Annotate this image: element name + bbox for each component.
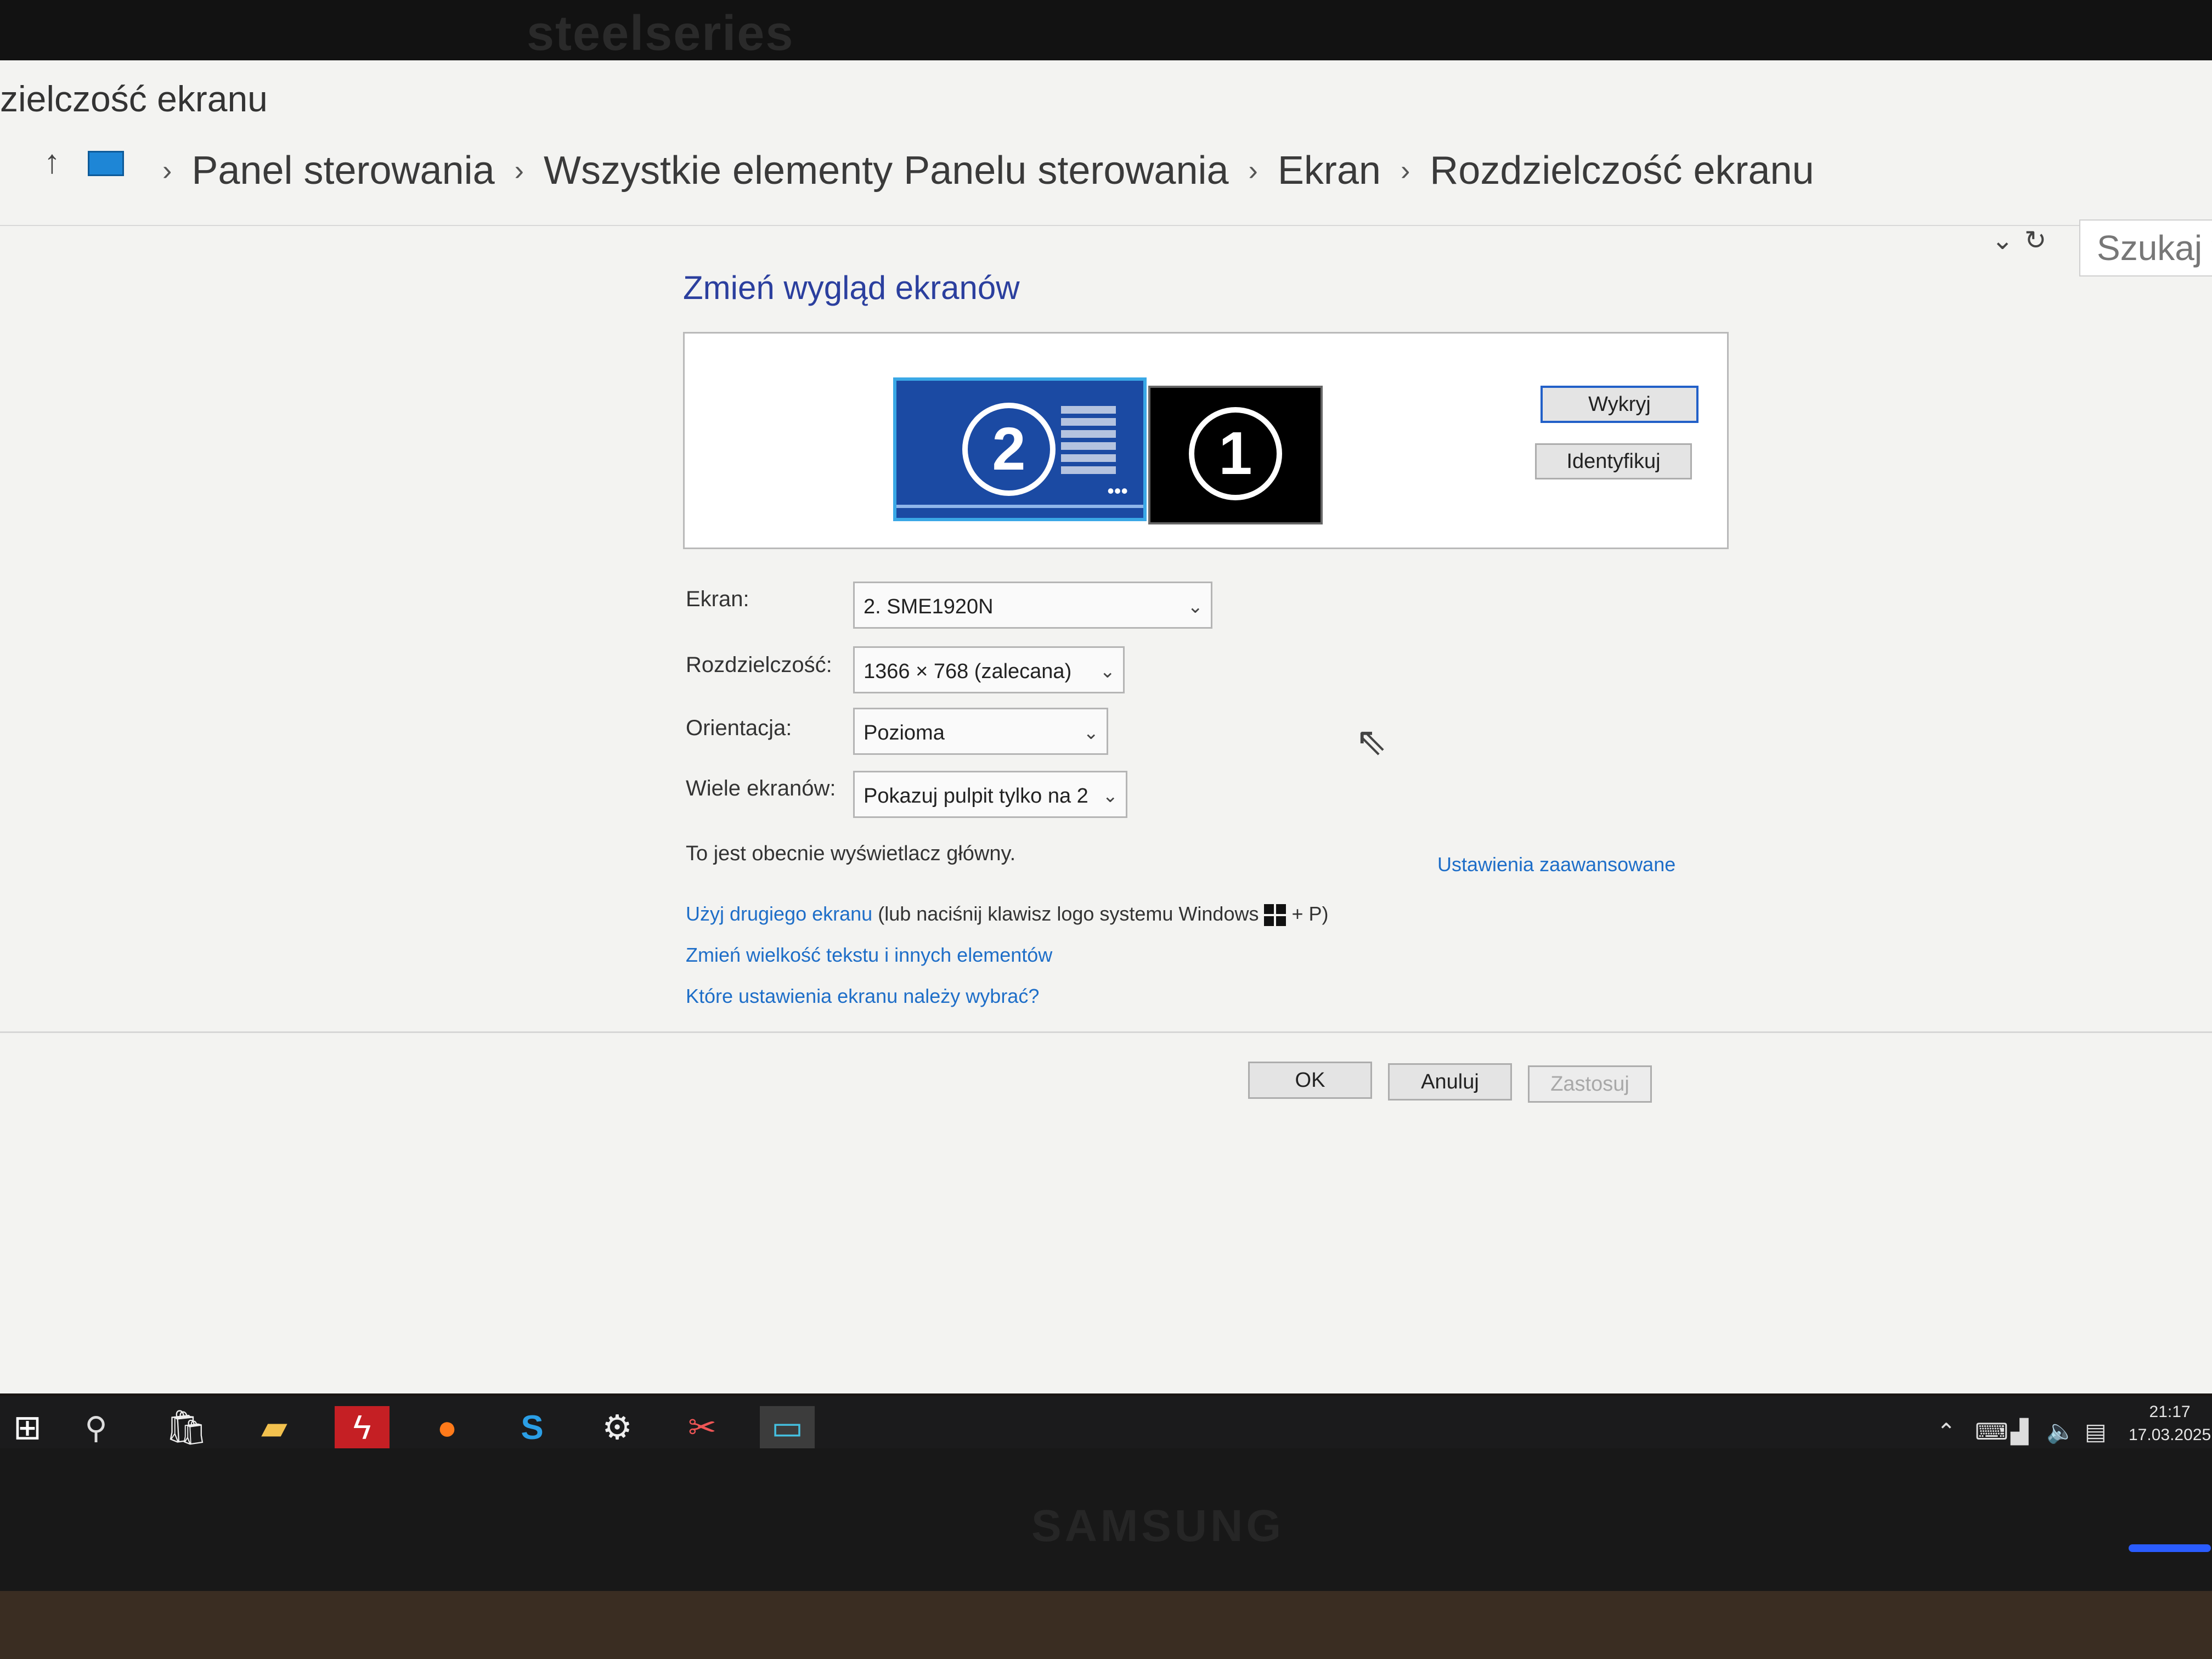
- resolution-select[interactable]: 1366 × 768 (zalecana) ⌄: [853, 646, 1125, 693]
- breadcrumb-item-panel[interactable]: Panel sterowania: [191, 148, 494, 193]
- firefox-icon[interactable]: ●: [420, 1406, 475, 1458]
- desk-surface: [0, 1591, 2212, 1659]
- start-icon[interactable]: ⊞: [0, 1406, 55, 1450]
- advanced-settings-link[interactable]: Ustawienia zaawansowane: [1437, 853, 1675, 876]
- computer-icon: [88, 151, 124, 176]
- text-size-link[interactable]: Zmień wielkość tekstu i innych elementów: [686, 944, 1052, 967]
- breadcrumb-item-all-elements[interactable]: Wszystkie elementy Panelu sterowania: [544, 148, 1229, 193]
- more-dots-icon: •••: [1107, 479, 1128, 502]
- page-heading: Zmień wygląd ekranów: [683, 269, 1020, 306]
- steelseries-logo: steelseries: [527, 6, 794, 61]
- orientation-select[interactable]: Pozioma ⌄: [853, 708, 1108, 755]
- monitor-arrangement-panel: 2 ••• 1 Wykryj Identyfikuj: [683, 332, 1729, 549]
- power-led: [2129, 1544, 2211, 1552]
- display-select-value: 2. SME1920N: [864, 595, 994, 618]
- chevron-down-icon: ⌄: [1187, 596, 1204, 617]
- chevron-down-icon: ⌄: [1099, 661, 1116, 682]
- second-screen-link[interactable]: Użyj drugiego ekranu: [686, 902, 872, 925]
- clock-time: 21:17: [2149, 1403, 2191, 1421]
- store-icon[interactable]: 🛍: [159, 1406, 214, 1450]
- orientation-select-value: Pozioma: [864, 721, 945, 744]
- window-title: zielczość ekranu: [0, 78, 268, 119]
- monitor-number: 1: [1189, 407, 1282, 500]
- search-icon[interactable]: ⚲: [69, 1406, 123, 1450]
- second-screen-keys: + P): [1291, 902, 1329, 925]
- monitor-top-bezel: steelseries: [0, 0, 2212, 66]
- which-settings-link[interactable]: Które ustawienia ekranu należy wybrać?: [686, 985, 1039, 1008]
- breadcrumb-item-display[interactable]: Ekran: [1278, 148, 1381, 193]
- clock[interactable]: 21:17 17.03.2025: [2129, 1401, 2211, 1447]
- monitor-taskbar-strip: [896, 505, 1143, 508]
- ok-button[interactable]: OK: [1248, 1062, 1372, 1099]
- settings-gear-icon[interactable]: ⚙: [590, 1406, 645, 1458]
- resolution-label: Rozdzielczość:: [686, 653, 832, 677]
- multiple-displays-select-value: Pokazuj pulpit tylko na 2: [864, 785, 1088, 808]
- search-input[interactable]: Szukaj w: [2079, 219, 2212, 276]
- app-tool-icon[interactable]: ✂: [675, 1406, 730, 1458]
- footer-divider: [0, 1031, 2212, 1033]
- resolution-select-value: 1366 × 768 (zalecana): [864, 660, 1072, 683]
- breadcrumb-separator: ›: [162, 155, 172, 187]
- address-dropdown-icon[interactable]: ⌄: [1991, 225, 2013, 256]
- taskbar: ⊞ ⚲ 🛍 ▰ ϟ ● S ⚙ ✂ ▭ ⌃ ⌨ ▟ 🔈 ▤ 21:17 17.0…: [0, 1396, 2212, 1458]
- second-screen-line: Użyj drugiego ekranu (lub naciśnij klawi…: [686, 902, 1329, 927]
- tray-expand-icon[interactable]: ⌃: [1937, 1418, 1956, 1445]
- clock-date: 17.03.2025: [2129, 1426, 2211, 1444]
- chevron-down-icon: ⌄: [1102, 786, 1119, 806]
- identify-button[interactable]: Identyfikuj: [1535, 443, 1692, 479]
- display-label: Ekran:: [686, 587, 749, 611]
- primary-display-note: To jest obecnie wyświetlacz główny.: [686, 842, 1016, 865]
- monitor-bottom-bezel: SAMSUNG: [0, 1448, 2212, 1591]
- volume-icon[interactable]: 🔈: [2046, 1418, 2075, 1445]
- file-explorer-icon[interactable]: ▰: [247, 1406, 302, 1450]
- breadcrumb-separator: ›: [1400, 155, 1410, 187]
- refresh-icon[interactable]: ↻: [2024, 225, 2046, 256]
- cancel-button[interactable]: Anuluj: [1388, 1063, 1512, 1101]
- windows-logo-icon: [1264, 904, 1286, 927]
- network-icon[interactable]: ▟: [2011, 1418, 2028, 1445]
- mouse-cursor-icon: ⇖: [1355, 720, 1387, 763]
- monitor-1-tile[interactable]: 1: [1148, 386, 1323, 524]
- flash-app-icon[interactable]: ϟ: [335, 1406, 390, 1458]
- multiple-displays-label: Wiele ekranów:: [686, 776, 836, 800]
- monitor-number: 2: [962, 403, 1056, 496]
- apply-button[interactable]: Zastosuj: [1528, 1065, 1652, 1103]
- notifications-icon[interactable]: ▤: [2085, 1418, 2107, 1445]
- control-panel-icon[interactable]: ▭: [760, 1406, 815, 1458]
- display-select[interactable]: 2. SME1920N ⌄: [853, 582, 1212, 629]
- samsung-logo: SAMSUNG: [1031, 1501, 1285, 1551]
- breadcrumb-item-resolution[interactable]: Rozdzielczość ekranu: [1430, 148, 1814, 193]
- desktop-grid-icon: [1061, 403, 1116, 474]
- up-arrow-icon[interactable]: ↑: [44, 143, 60, 180]
- breadcrumb-separator: ›: [514, 155, 524, 187]
- detect-button[interactable]: Wykryj: [1541, 386, 1699, 423]
- monitor-2-tile[interactable]: 2 •••: [893, 377, 1147, 521]
- multiple-displays-select[interactable]: Pokazuj pulpit tylko na 2 ⌄: [853, 771, 1127, 818]
- breadcrumb: › Panel sterowania › Wszystkie elementy …: [143, 148, 1814, 193]
- chevron-down-icon: ⌄: [1083, 723, 1099, 743]
- keyboard-icon[interactable]: ⌨: [1975, 1418, 2008, 1445]
- second-screen-hint: (lub naciśnij klawisz logo systemu Windo…: [878, 902, 1259, 925]
- skype-icon[interactable]: S: [505, 1406, 560, 1458]
- screen: zielczość ekranu ↑ › Panel sterowania › …: [0, 60, 2212, 1393]
- breadcrumb-separator: ›: [1248, 155, 1258, 187]
- orientation-label: Orientacja:: [686, 716, 792, 740]
